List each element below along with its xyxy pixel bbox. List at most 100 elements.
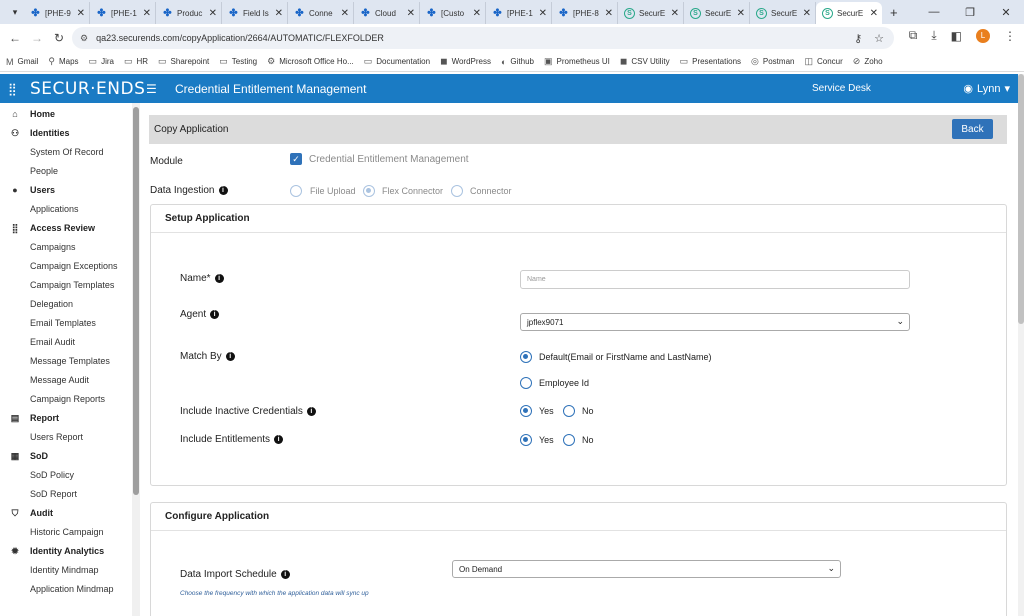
close-tab-icon[interactable]: ✕ [737, 8, 745, 19]
close-tab-icon[interactable]: ✕ [803, 8, 811, 19]
browser-tab[interactable]: ✤ [PHE-1 ✕ [90, 2, 156, 24]
page-scroll-thumb[interactable] [1018, 74, 1024, 324]
inactive-no-radio[interactable] [563, 405, 575, 417]
new-tab-icon[interactable]: + [890, 5, 898, 20]
browser-tab[interactable]: S SecurE ✕ [750, 2, 816, 24]
sidebar-item-delegation[interactable]: Delegation [0, 295, 131, 313]
sidebar-item-campaign-templates[interactable]: Campaign Templates [0, 276, 131, 294]
page-scrollbar[interactable] [1018, 74, 1024, 616]
sidebar-item-email-audit[interactable]: Email Audit [0, 333, 131, 351]
key-icon[interactable]: ⚷ [854, 32, 862, 45]
browser-tab[interactable]: ✤ [Custo ✕ [420, 2, 486, 24]
sidebar-item-home[interactable]: ⌂ Home [0, 105, 131, 123]
info-icon[interactable]: i [225, 351, 235, 361]
name-input[interactable] [520, 270, 910, 289]
close-tab-icon[interactable]: ✕ [77, 8, 85, 19]
close-tab-icon[interactable]: ✕ [605, 8, 613, 19]
bookmark-item[interactable]: M Gmail [6, 57, 38, 67]
close-tab-icon[interactable]: ✕ [870, 8, 878, 19]
flex-connector-radio[interactable] [363, 185, 375, 197]
sidebar-item-audit[interactable]: ⛉ Audit [0, 504, 131, 522]
sidebar-item-users-report[interactable]: Users Report [0, 428, 131, 446]
close-tab-icon[interactable]: ✕ [671, 8, 679, 19]
sidebar-item-campaign-exceptions[interactable]: Campaign Exceptions [0, 257, 131, 275]
bookmark-item[interactable]: ▭ Jira [89, 56, 114, 67]
connector-radio[interactable] [451, 185, 463, 197]
browser-tab[interactable]: ✤ Produc ✕ [156, 2, 222, 24]
close-tab-icon[interactable]: ✕ [407, 8, 415, 19]
bookmark-item[interactable]: ◫ Concur [804, 56, 842, 67]
user-menu[interactable]: ◉ Lynn ▾ [963, 82, 1010, 96]
close-tab-icon[interactable]: ✕ [275, 8, 283, 19]
sidebar-item-identities[interactable]: ⚇ Identities [0, 124, 131, 142]
browser-menu-icon[interactable]: ⋮ [1004, 29, 1016, 43]
sidebar-item-users[interactable]: ● Users [0, 181, 131, 199]
info-icon[interactable]: i [218, 185, 228, 195]
profile-avatar[interactable]: L [976, 28, 990, 43]
close-tab-icon[interactable]: ✕ [341, 8, 349, 19]
extensions-icon[interactable]: ⧉ [909, 28, 918, 43]
sidebar-item-campaign-reports[interactable]: Campaign Reports [0, 390, 131, 408]
site-info-icon[interactable]: ⚙ [80, 33, 88, 44]
bookmark-item[interactable]: ◐ Github [501, 57, 534, 67]
bookmark-item[interactable]: ▭ Sharepoint [158, 56, 209, 67]
sidebar-item-identity-analytics[interactable]: ✹ Identity Analytics [0, 542, 131, 560]
file-upload-radio[interactable] [290, 185, 302, 197]
reload-icon[interactable]: ↻ [48, 31, 70, 45]
info-icon[interactable]: i [274, 434, 284, 444]
back-button[interactable]: Back [952, 119, 993, 139]
browser-tab[interactable]: S SecurE ✕ [618, 2, 684, 24]
sidebar-item-sod-report[interactable]: SoD Report [0, 485, 131, 503]
info-icon[interactable]: i [214, 273, 224, 283]
sidebar-item-message-audit[interactable]: Message Audit [0, 371, 131, 389]
bookmark-item[interactable]: ▭ Testing [219, 56, 257, 67]
browser-tab[interactable]: ✤ [PHE-1 ✕ [486, 2, 552, 24]
bookmark-item[interactable]: ▭ Documentation [364, 56, 430, 67]
browser-tab[interactable]: ✤ [PHE-9 ✕ [24, 2, 90, 24]
bookmark-item[interactable]: ◼ CSV Utility [620, 56, 670, 67]
sidebar-item-identity-mindmap[interactable]: Identity Mindmap [0, 561, 131, 579]
bookmark-item[interactable]: ▭ Presentations [680, 56, 741, 67]
browser-tab[interactable]: ✤ [PHE-8 ✕ [552, 2, 618, 24]
forward-arrow-icon[interactable]: → [26, 31, 48, 45]
sidebar-item-sod-policy[interactable]: SoD Policy [0, 466, 131, 484]
info-icon[interactable]: i [210, 309, 220, 319]
restore-icon[interactable]: ❐ [952, 6, 988, 19]
browser-tab[interactable]: ✤ Conne ✕ [288, 2, 354, 24]
sidebar-item-people[interactable]: People [0, 162, 131, 180]
side-panel-icon[interactable]: ◧ [951, 29, 962, 43]
close-window-icon[interactable]: ✕ [988, 6, 1024, 19]
sidebar-item-sod[interactable]: ▦ SoD [0, 447, 131, 465]
browser-tab[interactable]: S SecurE ✕ [684, 2, 750, 24]
sidebar-scrollbar[interactable] [132, 103, 140, 616]
hamburger-menu-icon[interactable]: ☰ [146, 82, 157, 96]
sidebar-item-campaigns[interactable]: Campaigns [0, 238, 131, 256]
bookmark-item[interactable]: ⊘ Zoho [853, 56, 883, 67]
bookmark-item[interactable]: ▣ Prometheus UI [544, 56, 610, 67]
browser-tab[interactable]: S SecurE ✕ [816, 2, 882, 24]
bookmark-item[interactable]: ▭ HR [124, 56, 148, 67]
close-tab-icon[interactable]: ✕ [539, 8, 547, 19]
tab-search-icon[interactable]: ▾ [6, 3, 24, 21]
service-desk-link[interactable]: Service Desk [812, 83, 871, 94]
sidebar-item-application-mindmap[interactable]: Application Mindmap [0, 580, 131, 598]
download-icon[interactable]: ⤓ [931, 28, 936, 43]
match-default-radio[interactable] [520, 351, 532, 363]
match-employee-id-radio[interactable] [520, 377, 532, 389]
browser-tab[interactable]: ✤ Cloud ✕ [354, 2, 420, 24]
back-arrow-icon[interactable]: ← [4, 31, 26, 45]
url-bar[interactable]: ⚙ qa23.securends.com/copyApplication/266… [72, 27, 894, 49]
close-tab-icon[interactable]: ✕ [209, 8, 217, 19]
sidebar-item-access-review[interactable]: ⣿ Access Review [0, 219, 131, 237]
browser-tab[interactable]: ✤ Field Is ✕ [222, 2, 288, 24]
agent-select[interactable]: jpflex9071 ⌄ [520, 313, 910, 331]
bookmark-item[interactable]: ◎ Postman [751, 56, 794, 67]
bookmark-item[interactable]: ⚙ Microsoft Office Ho... [267, 56, 354, 67]
sidebar-item-email-templates[interactable]: Email Templates [0, 314, 131, 332]
info-icon[interactable]: i [306, 406, 316, 416]
info-icon[interactable]: i [280, 569, 290, 579]
close-tab-icon[interactable]: ✕ [143, 8, 151, 19]
inactive-yes-radio[interactable] [520, 405, 532, 417]
bookmark-item[interactable]: ⚲ Maps [48, 56, 78, 67]
module-checkbox[interactable]: ✓ [290, 153, 302, 165]
